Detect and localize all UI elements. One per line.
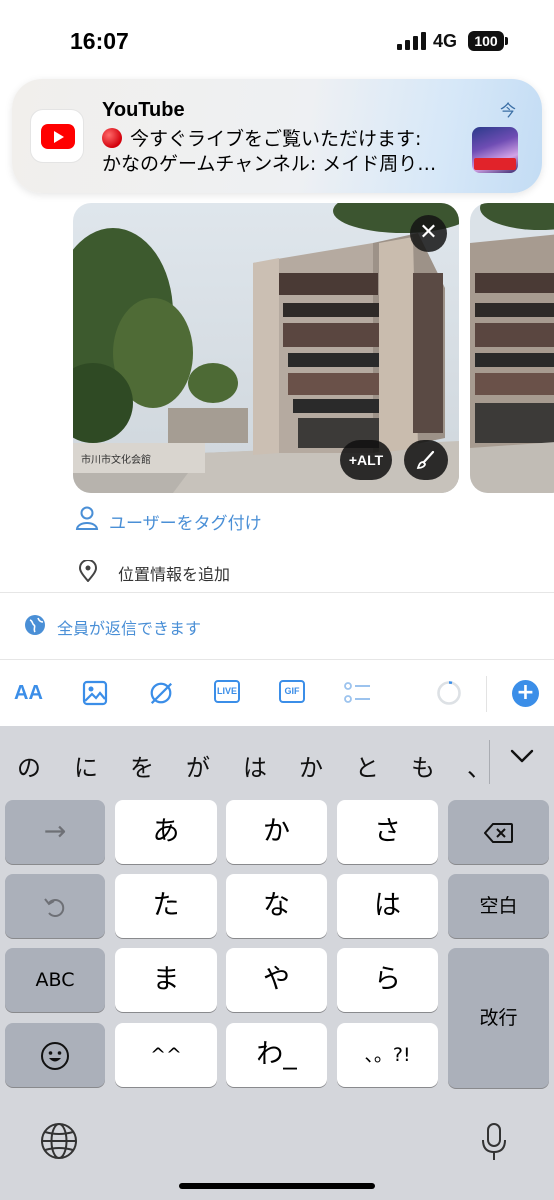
- building-photo: 市川市文化会館: [73, 203, 459, 493]
- status-bar: 16:07 4G 100: [0, 0, 554, 80]
- character-count-ring: [437, 681, 461, 705]
- key-ka[interactable]: か: [226, 800, 327, 864]
- add-location-label: 位置情報を追加: [118, 565, 231, 584]
- add-alt-text-button[interactable]: +ALT: [340, 440, 392, 480]
- chevron-down-icon[interactable]: [510, 748, 534, 764]
- candidate[interactable]: も: [411, 748, 435, 783]
- key-ma[interactable]: ま: [115, 948, 217, 1012]
- backspace-icon: [483, 823, 513, 843]
- edit-photo-button[interactable]: [404, 440, 448, 480]
- next-candidate-key[interactable]: →: [5, 800, 105, 864]
- live-button[interactable]: LIVE: [214, 680, 240, 703]
- text-style-label: AA: [14, 682, 43, 704]
- key-ya[interactable]: や: [226, 948, 327, 1012]
- reply-setting-label: 全員が返信できます: [57, 619, 202, 638]
- candidate[interactable]: に: [74, 748, 98, 783]
- delete-key[interactable]: [448, 800, 549, 864]
- candidate-separator: [489, 740, 490, 784]
- notification-banner[interactable]: YouTube 今すぐライブをご覧いただけます: かなのゲームチャンネル: メイ…: [12, 79, 542, 193]
- youtube-icon: [30, 109, 84, 163]
- candidate[interactable]: は: [243, 748, 267, 783]
- key-wa[interactable]: わ_: [226, 1023, 327, 1087]
- undo-key[interactable]: [5, 874, 105, 938]
- tag-users-label: ユーザーをタグ付け: [109, 514, 262, 534]
- attached-photo-1[interactable]: 市川市文化会館: [73, 203, 459, 493]
- key-na[interactable]: な: [226, 874, 327, 938]
- poll-icon[interactable]: [344, 680, 372, 706]
- notification-line-1-text: 今すぐライブをご覧いただけます:: [130, 128, 422, 150]
- notification-time: 今: [500, 101, 517, 120]
- abc-key[interactable]: ABC: [5, 948, 105, 1012]
- candidate[interactable]: が: [186, 748, 210, 783]
- key-a[interactable]: あ: [115, 800, 217, 864]
- notification-thumbnail: [472, 127, 518, 173]
- keyboard: の に を が は か と も 、 → あ か さ た な は 空白 ABC ま…: [0, 726, 554, 1200]
- key-kaomoji[interactable]: ^^: [115, 1023, 217, 1087]
- notification-line-1: 今すぐライブをご覧いただけます:: [102, 124, 421, 151]
- remove-photo-button[interactable]: ✕: [410, 215, 447, 252]
- smiley-icon: [41, 1041, 69, 1070]
- candidate[interactable]: 、: [467, 748, 491, 783]
- return-key[interactable]: 改行: [448, 948, 549, 1088]
- emoji-key[interactable]: [5, 1023, 105, 1087]
- red-circle-icon: [102, 128, 122, 148]
- location-pin-icon: [78, 559, 98, 583]
- signal-icon: [397, 32, 426, 50]
- network-type: 4G: [433, 31, 458, 51]
- reply-setting-button[interactable]: 全員が返信できます: [24, 614, 244, 638]
- candidate-bar: の に を が は か と も 、: [0, 726, 554, 798]
- globe-keyboard-icon[interactable]: [40, 1122, 78, 1160]
- candidate[interactable]: の: [17, 748, 41, 783]
- battery-nub: [505, 37, 508, 45]
- candidate[interactable]: を: [130, 748, 154, 783]
- image-icon[interactable]: [82, 680, 108, 706]
- toolbar-separator: [486, 676, 487, 712]
- person-icon: [75, 506, 99, 530]
- add-post-button[interactable]: +: [512, 680, 539, 707]
- candidate[interactable]: か: [299, 748, 323, 783]
- key-ra[interactable]: ら: [337, 948, 438, 1012]
- key-punctuation[interactable]: 、。?!: [337, 1023, 438, 1087]
- home-indicator: [179, 1183, 375, 1189]
- notification-app-name: YouTube: [102, 99, 185, 121]
- grok-icon[interactable]: [147, 680, 175, 706]
- space-key[interactable]: 空白: [448, 874, 549, 938]
- divider: [0, 592, 554, 593]
- undo-icon: [44, 897, 65, 917]
- text-style-button[interactable]: AA: [14, 682, 43, 708]
- key-ta[interactable]: た: [115, 874, 217, 938]
- microphone-icon[interactable]: [481, 1122, 507, 1162]
- globe-icon: [25, 615, 45, 635]
- battery-icon: 100: [468, 31, 504, 51]
- photo-sign-text: 市川市文化会館: [81, 453, 151, 466]
- notification-line-2: かなのゲームチャンネル: メイド周り…: [102, 153, 437, 175]
- attached-photo-2[interactable]: [470, 203, 554, 493]
- building-photo-2: [470, 203, 554, 493]
- status-time: 16:07: [70, 28, 129, 54]
- tag-users-button[interactable]: ユーザーをタグ付け: [75, 505, 315, 535]
- key-ha[interactable]: は: [337, 874, 438, 938]
- candidate[interactable]: と: [355, 748, 379, 783]
- key-sa[interactable]: さ: [337, 800, 438, 864]
- brush-icon: [416, 450, 435, 469]
- gif-button[interactable]: GIF: [279, 680, 305, 703]
- add-location-button[interactable]: 位置情報を追加: [78, 559, 278, 584]
- compose-toolbar: AA LIVE GIF +: [0, 660, 554, 726]
